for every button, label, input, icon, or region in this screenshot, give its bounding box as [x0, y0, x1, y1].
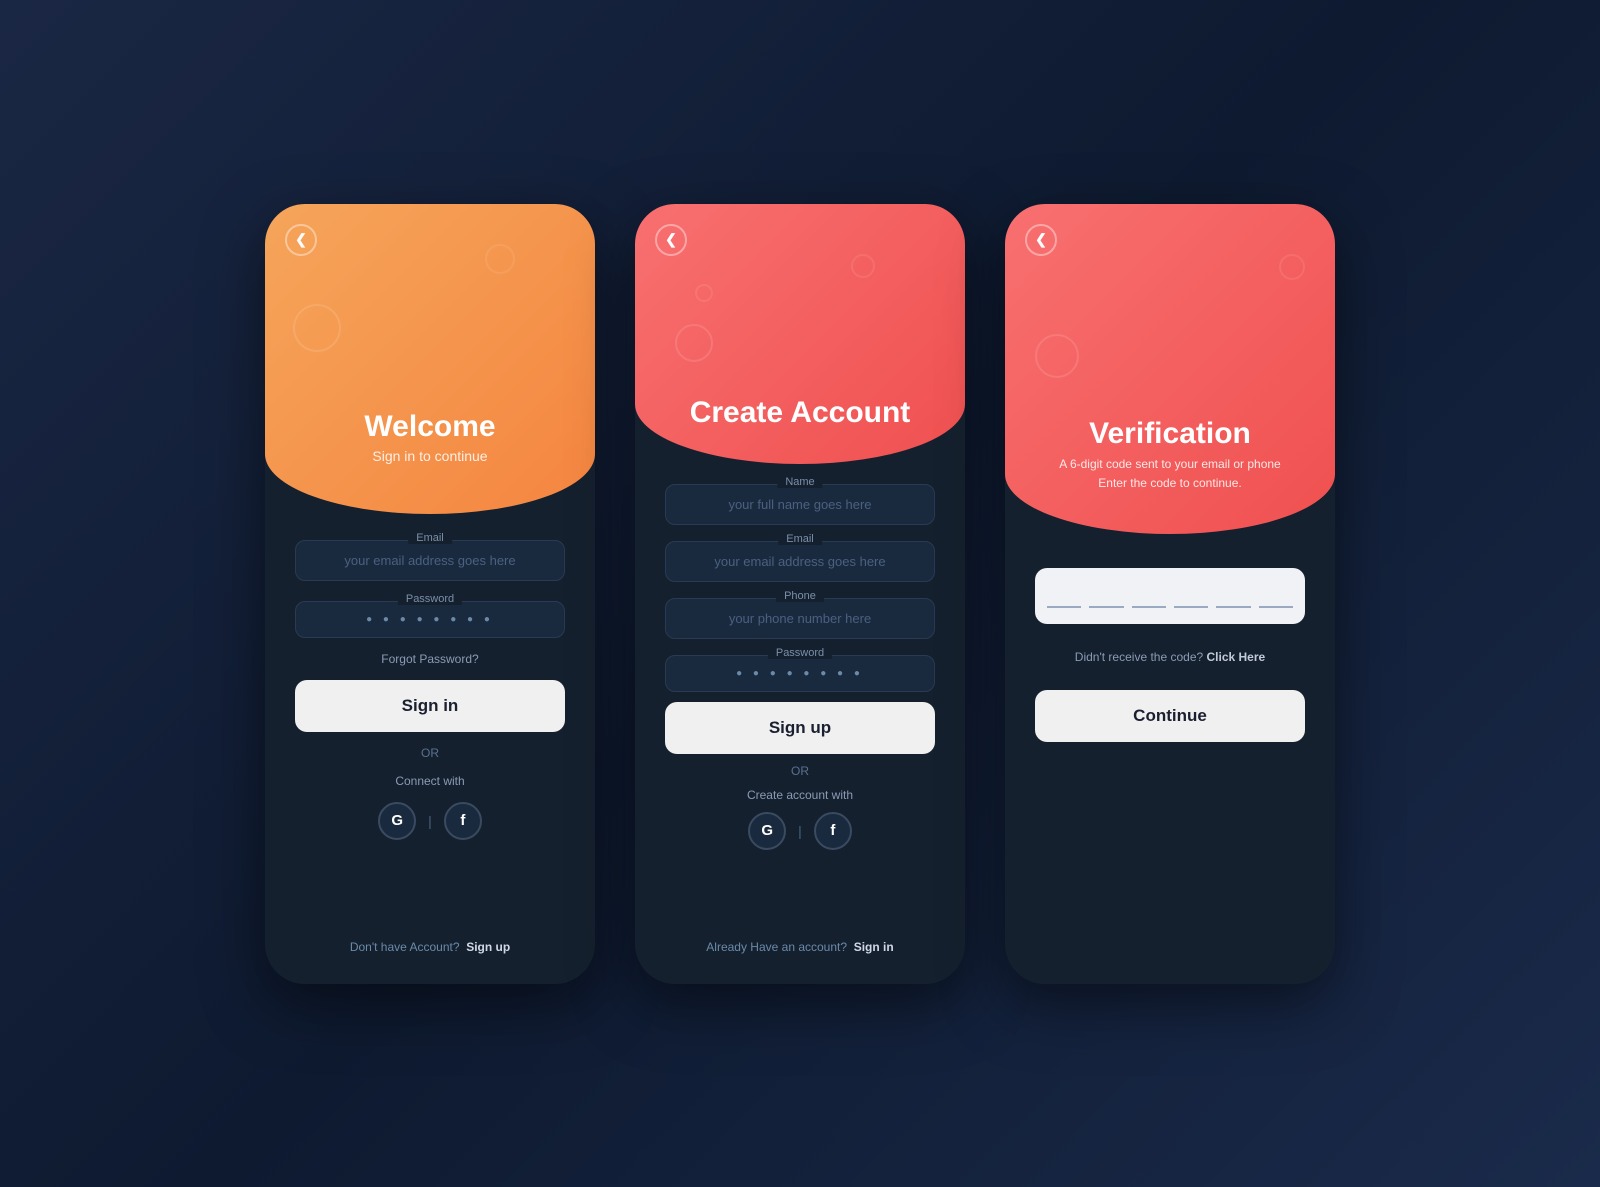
- verification-card: ❮ Verification A 6-digit code sent to yo…: [1005, 204, 1335, 984]
- create-divider-or: OR: [665, 764, 935, 778]
- phone-field-group: Phone your phone number here: [665, 598, 935, 639]
- social-buttons-row: G | f: [295, 802, 565, 840]
- create-deco-2: [851, 254, 875, 278]
- create-body: Name your full name goes here Email your…: [635, 464, 965, 984]
- verify-deco-2: [1279, 254, 1305, 280]
- create-deco-1: [675, 324, 713, 362]
- create-footer: Already Have an account? Sign in: [665, 930, 935, 954]
- resend-link[interactable]: Click Here: [1207, 650, 1266, 664]
- welcome-footer: Don't have Account? Sign up: [295, 930, 565, 954]
- create-social-divider: |: [798, 823, 802, 839]
- create-email-placeholder: your email address goes here: [682, 554, 918, 569]
- verify-subtitle: A 6-digit code sent to your email or pho…: [1005, 455, 1335, 493]
- social-divider: |: [428, 813, 432, 829]
- create-back-button[interactable]: ❮: [655, 224, 687, 256]
- create-account-card: ❮ Create Account Name your full name goe…: [635, 204, 965, 984]
- phone-placeholder: your phone number here: [682, 611, 918, 626]
- connect-label: Connect with: [295, 774, 565, 788]
- create-password-input[interactable]: ● ● ● ● ● ● ● ●: [665, 655, 935, 692]
- email-placeholder: your email address goes here: [312, 553, 548, 568]
- create-email-label: Email: [778, 533, 822, 545]
- name-placeholder: your full name goes here: [682, 497, 918, 512]
- code-seg-3[interactable]: [1132, 584, 1166, 608]
- resend-text: Didn't receive the code? Click Here: [1035, 650, 1305, 664]
- name-input[interactable]: your full name goes here: [665, 484, 935, 525]
- verify-deco-1: [1035, 334, 1079, 378]
- google-button[interactable]: G: [378, 802, 416, 840]
- password-input[interactable]: ● ● ● ● ● ● ● ●: [295, 601, 565, 638]
- welcome-subtitle: Sign in to continue: [265, 448, 595, 464]
- deco-circle-1: [293, 304, 341, 352]
- password-dots: ● ● ● ● ● ● ● ●: [312, 614, 548, 625]
- welcome-header-content: Welcome Sign in to continue: [265, 410, 595, 464]
- deco-circle-2: [485, 244, 515, 274]
- create-connect-label: Create account with: [665, 788, 935, 802]
- welcome-back-button[interactable]: ❮: [285, 224, 317, 256]
- forgot-password-link[interactable]: Forgot Password?: [295, 652, 565, 666]
- create-header-content: Create Account: [635, 396, 965, 434]
- welcome-header: ❮ Welcome Sign in to continue: [265, 204, 595, 514]
- phone-label: Phone: [776, 590, 824, 602]
- code-seg-6[interactable]: [1259, 584, 1293, 608]
- create-google-button[interactable]: G: [748, 812, 786, 850]
- email-field-group: Email your email address goes here: [295, 540, 565, 581]
- divider-or: OR: [295, 746, 565, 760]
- create-password-field-group: Password ● ● ● ● ● ● ● ●: [665, 655, 935, 692]
- verify-header-content: Verification A 6-digit code sent to your…: [1005, 417, 1335, 493]
- welcome-body: Email your email address goes here Passw…: [265, 514, 595, 984]
- signup-link[interactable]: Sign up: [466, 940, 510, 954]
- email-input[interactable]: your email address goes here: [295, 540, 565, 581]
- create-password-dots: ● ● ● ● ● ● ● ●: [682, 668, 918, 679]
- create-password-label: Password: [768, 647, 832, 659]
- create-email-field-group: Email your email address goes here: [665, 541, 935, 582]
- verify-body: Didn't receive the code? Click Here Cont…: [1005, 534, 1335, 984]
- create-footer-text: Already Have an account?: [706, 940, 847, 954]
- continue-button[interactable]: Continue: [1035, 690, 1305, 742]
- password-field-group: Password ● ● ● ● ● ● ● ●: [295, 601, 565, 638]
- verify-back-button[interactable]: ❮: [1025, 224, 1057, 256]
- verification-code-input[interactable]: [1035, 568, 1305, 624]
- create-social-row: G | f: [665, 812, 935, 850]
- create-deco-3: [695, 284, 713, 302]
- name-field-group: Name your full name goes here: [665, 484, 935, 525]
- code-seg-4[interactable]: [1174, 584, 1208, 608]
- email-label: Email: [408, 532, 452, 544]
- welcome-blob-bg: [265, 204, 595, 514]
- welcome-title: Welcome: [265, 410, 595, 444]
- create-title: Create Account: [635, 396, 965, 430]
- signin-button[interactable]: Sign in: [295, 680, 565, 732]
- verify-header: ❮ Verification A 6-digit code sent to yo…: [1005, 204, 1335, 534]
- create-signin-link[interactable]: Sign in: [854, 940, 894, 954]
- name-label: Name: [777, 476, 822, 488]
- welcome-card: ❮ Welcome Sign in to continue Email your…: [265, 204, 595, 984]
- welcome-footer-text: Don't have Account?: [350, 940, 460, 954]
- signup-button[interactable]: Sign up: [665, 702, 935, 754]
- create-email-input[interactable]: your email address goes here: [665, 541, 935, 582]
- code-seg-1[interactable]: [1047, 584, 1081, 608]
- facebook-button[interactable]: f: [444, 802, 482, 840]
- password-label: Password: [398, 593, 462, 605]
- create-header: ❮ Create Account: [635, 204, 965, 464]
- phone-input[interactable]: your phone number here: [665, 598, 935, 639]
- create-facebook-button[interactable]: f: [814, 812, 852, 850]
- code-seg-5[interactable]: [1216, 584, 1250, 608]
- code-seg-2[interactable]: [1089, 584, 1123, 608]
- verify-title: Verification: [1005, 417, 1335, 451]
